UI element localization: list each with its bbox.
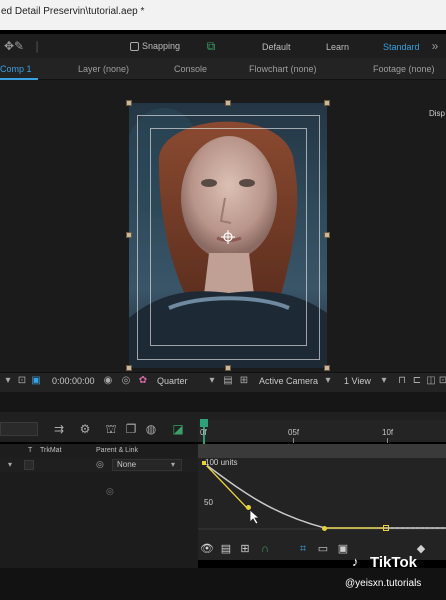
toggle-pixel-aspect-icon[interactable]: ⊓ [396,375,408,386]
work-area-bar[interactable] [198,444,446,458]
ruler-tick [387,438,388,443]
flowchart-icon[interactable]: ⊡ [437,375,446,386]
color-channel-icon[interactable]: ✿ [137,375,149,386]
view-layout-select[interactable]: 1 View [344,376,371,386]
ruler-tick [293,438,294,443]
layer-properties-panel [0,472,198,568]
anchor-point-icon[interactable] [221,230,235,244]
column-trkmat: TrkMat [40,447,62,454]
parent-dropdown-icon[interactable]: ▾ [171,460,175,469]
workspace-standard[interactable]: Standard [383,42,420,52]
tiktok-brand: TikTok [370,554,417,571]
transform-handle[interactable] [324,232,330,238]
graph-max-value: 100 units [205,458,238,467]
mouse-cursor-icon [249,509,261,525]
transform-handle[interactable] [324,365,330,371]
draft-3d-icon[interactable]: ⚙ [78,422,92,436]
parent-value: None [117,460,137,469]
transform-handle[interactable] [225,100,231,106]
transform-handle[interactable] [225,365,231,371]
snapshot-icon[interactable]: ◉ [102,375,114,386]
ruler-mark-5: 05f [288,428,300,437]
graph-editor-icon[interactable]: ◪ [171,422,185,436]
view-dropdown-icon[interactable]: ▾ [378,375,390,386]
ruler-mark-0: 0f [200,428,207,437]
snapping-label: Snapping [142,41,181,51]
pick-whip-icon[interactable]: ◎ [106,486,114,497]
separate-dimensions-icon[interactable]: ▣ [336,543,350,556]
transform-handle[interactable] [126,365,132,371]
current-time-display[interactable]: 0:00:00:00 [52,376,95,386]
resolution-dropdown-icon[interactable]: ▾ [206,375,218,386]
fit-selection-icon[interactable]: ⌗ [296,543,310,556]
show-snapshot-icon[interactable]: ◎ [120,375,132,386]
workspace-learn[interactable]: Learn [326,42,349,52]
track-matte-toggle[interactable] [24,460,34,470]
display-label: Disp [429,109,446,118]
composition-mini-flowchart-icon[interactable]: ⇉ [52,422,66,436]
transparency-grid-icon[interactable]: ▣ [30,375,42,386]
pin-icon[interactable]: ✎ [12,39,26,53]
panel-divider [0,392,446,412]
tab-flowchart[interactable]: Flowchart (none) [249,64,317,74]
ruler-mark-10: 10f [382,428,394,437]
bezier-handle[interactable] [322,526,327,531]
column-parent-link: Parent & Link [96,447,139,454]
workspace-more-icon[interactable]: » [428,39,442,53]
creator-handle: @yeisxn.tutorials [345,578,422,589]
transform-handle[interactable] [324,100,330,106]
show-transform-box-icon[interactable]: ⊞ [238,543,252,556]
time-ruler[interactable] [198,420,446,442]
tool-separator-icon: | [35,39,39,53]
frame-blending-icon[interactable]: ❐ [124,422,138,436]
pick-whip-icon[interactable]: ◎ [96,459,104,470]
fit-all-icon[interactable]: ▭ [316,543,330,556]
grid-toggle-icon[interactable]: ⊞ [238,375,250,386]
fast-preview-icon[interactable]: ▤ [222,375,234,386]
workspace-default[interactable]: Default [262,42,291,52]
keyframe-end[interactable] [383,525,389,531]
exposure-icon[interactable]: ◫ [425,375,437,386]
show-properties-icon[interactable]: 👁 [200,543,214,556]
resolution-select[interactable]: Quarter [157,376,188,386]
graph-options-icon[interactable]: ▤ [219,543,233,556]
tiktok-logo-icon: ♪ [352,554,359,569]
window-title: ed Detail Preservin\tutorial.aep * [0,0,446,30]
transform-handle[interactable] [126,100,132,106]
region-of-interest-icon[interactable]: ⊡ [16,375,28,386]
snapping-checkbox[interactable] [130,42,139,51]
camera-select[interactable]: Active Camera [259,376,318,386]
hide-shy-layers-icon[interactable]: ⛫ [104,422,118,436]
reset-exposure-icon[interactable]: ⊏ [411,375,423,386]
snap-options-icon[interactable]: ⧉ [204,39,218,53]
motion-blur-icon[interactable]: ◍ [144,422,158,436]
column-t: T [28,447,33,454]
tools-toolbar [0,34,446,58]
snap-icon[interactable]: ∩ [258,543,272,556]
tab-footage[interactable]: Footage (none) [373,64,435,74]
tab-composition[interactable]: Comp 1 [0,64,32,74]
layer-search-input[interactable] [0,422,38,436]
tab-console[interactable]: Console [174,64,207,74]
trkmat-dropdown-icon[interactable]: ▾ [8,460,12,469]
graph-mid-value: 50 [204,498,213,507]
dropdown-arrow-icon[interactable]: ▾ [2,375,14,386]
tab-layer[interactable]: Layer (none) [78,64,129,74]
camera-dropdown-icon[interactable]: ▾ [322,375,334,386]
transform-handle[interactable] [126,232,132,238]
